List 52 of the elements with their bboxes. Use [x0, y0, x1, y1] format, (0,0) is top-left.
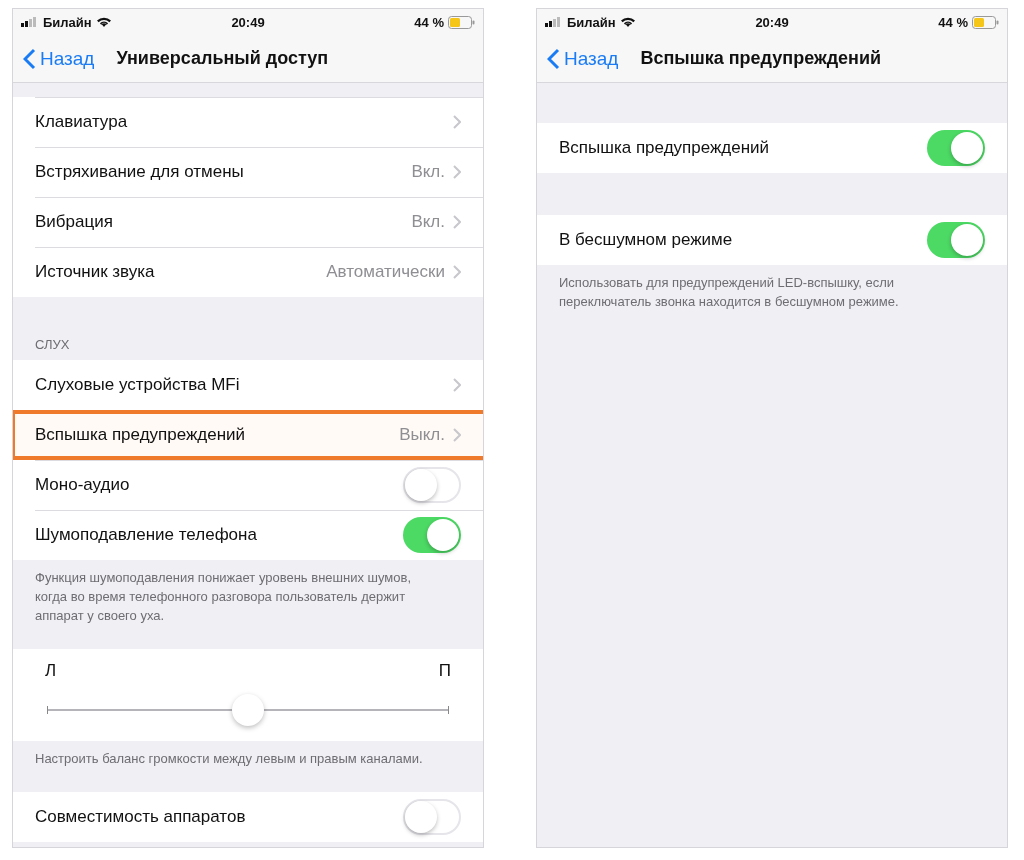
wifi-icon: [619, 16, 636, 28]
signal-icon: [545, 17, 563, 27]
battery-icon: [972, 15, 999, 29]
row-label: Слуховые устройства MFi: [35, 375, 241, 395]
row-value: Вкл.: [411, 162, 445, 182]
section-footer: Настроить баланс громкости между левым и правым каналами.: [13, 741, 483, 792]
row-label: Шумоподавление телефона: [35, 525, 258, 545]
clock-time: 20:49: [755, 14, 789, 30]
toggle-switch[interactable]: [403, 467, 461, 503]
chevron-icon: [453, 165, 461, 179]
row-value: Выкл.: [399, 425, 445, 445]
back-button[interactable]: Назад: [547, 47, 619, 70]
row-label: Источник звука: [35, 262, 156, 282]
battery-percent: 44 %: [938, 14, 968, 30]
back-chevron-icon: [547, 47, 560, 70]
carrier-name: Билайн: [43, 14, 92, 30]
section-footer: Функция шумоподавления понижает уровень внешних шумов, когда во время телефонного разговора пользователь держит аппарат у своего уха.: [13, 560, 483, 649]
chevron-icon: [453, 265, 461, 279]
left-label: Л: [45, 661, 57, 681]
screen-title: Универсальный доступ: [116, 48, 329, 69]
chevron-icon: [453, 215, 461, 229]
screen-title: Вспышка предупреждений: [640, 48, 882, 69]
chevron-icon: [453, 378, 461, 392]
chevron-icon: [453, 115, 461, 129]
section-header: СЛУХ: [34, 337, 71, 354]
back-button[interactable]: Назад: [23, 47, 95, 70]
row-label: Вспышка предупреждений: [35, 425, 247, 445]
back-chevron-icon: [23, 47, 36, 70]
clock-time: 20:49: [231, 14, 265, 30]
battery-percent: 44 %: [414, 14, 444, 30]
row-value: Вкл.: [411, 212, 445, 232]
row-label: Вибрация: [35, 212, 114, 232]
row-label: Совместимость аппаратов: [35, 807, 247, 827]
row-label: Вспышка предупреждений: [559, 138, 771, 158]
row-label: Моно-аудио: [35, 475, 131, 495]
row-label: Встряхивание для отмены: [35, 162, 245, 182]
battery-icon: [448, 15, 475, 29]
right-label: П: [438, 661, 451, 681]
toggle-switch[interactable]: [403, 517, 461, 553]
signal-icon: [21, 17, 39, 27]
slider-thumb[interactable]: [232, 694, 264, 726]
toggle-switch[interactable]: [927, 222, 985, 258]
carrier-name: Билайн: [567, 14, 616, 30]
list-row[interactable]: Вспышка предупреждений Выкл.: [13, 410, 483, 460]
toggle-switch[interactable]: [403, 799, 461, 835]
row-value: Автоматически: [326, 262, 445, 282]
toggle-switch[interactable]: [927, 130, 985, 166]
row-label: Клавиатура: [35, 112, 129, 132]
wifi-icon: [95, 16, 112, 28]
section-footer: Использовать для предупреждений LED-вспышку, если переключатель звонка находится в бесшумном режиме.: [537, 265, 1007, 335]
chevron-icon: [453, 428, 461, 442]
row-label: В бесшумном режиме: [559, 230, 734, 250]
